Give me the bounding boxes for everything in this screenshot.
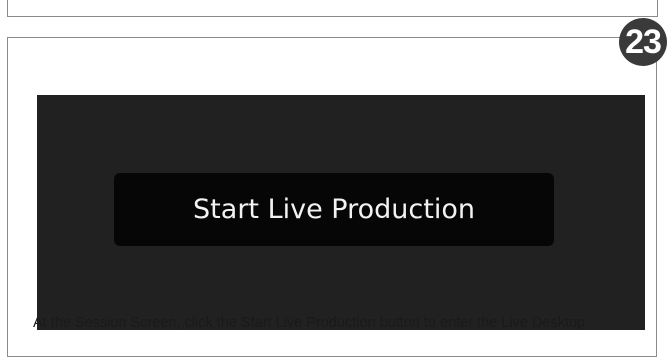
start-live-production-button[interactable]: Start Live Production (114, 173, 554, 246)
step-number-badge: 23 (619, 18, 667, 66)
step-card: Start Live Production (7, 37, 657, 357)
session-screen: Start Live Production (37, 95, 645, 330)
instruction-page: Start Live Production 23 At the Session … (0, 0, 667, 360)
step-caption: At the Session Screen, click the Start L… (33, 315, 586, 331)
previous-step-card (7, 0, 658, 17)
